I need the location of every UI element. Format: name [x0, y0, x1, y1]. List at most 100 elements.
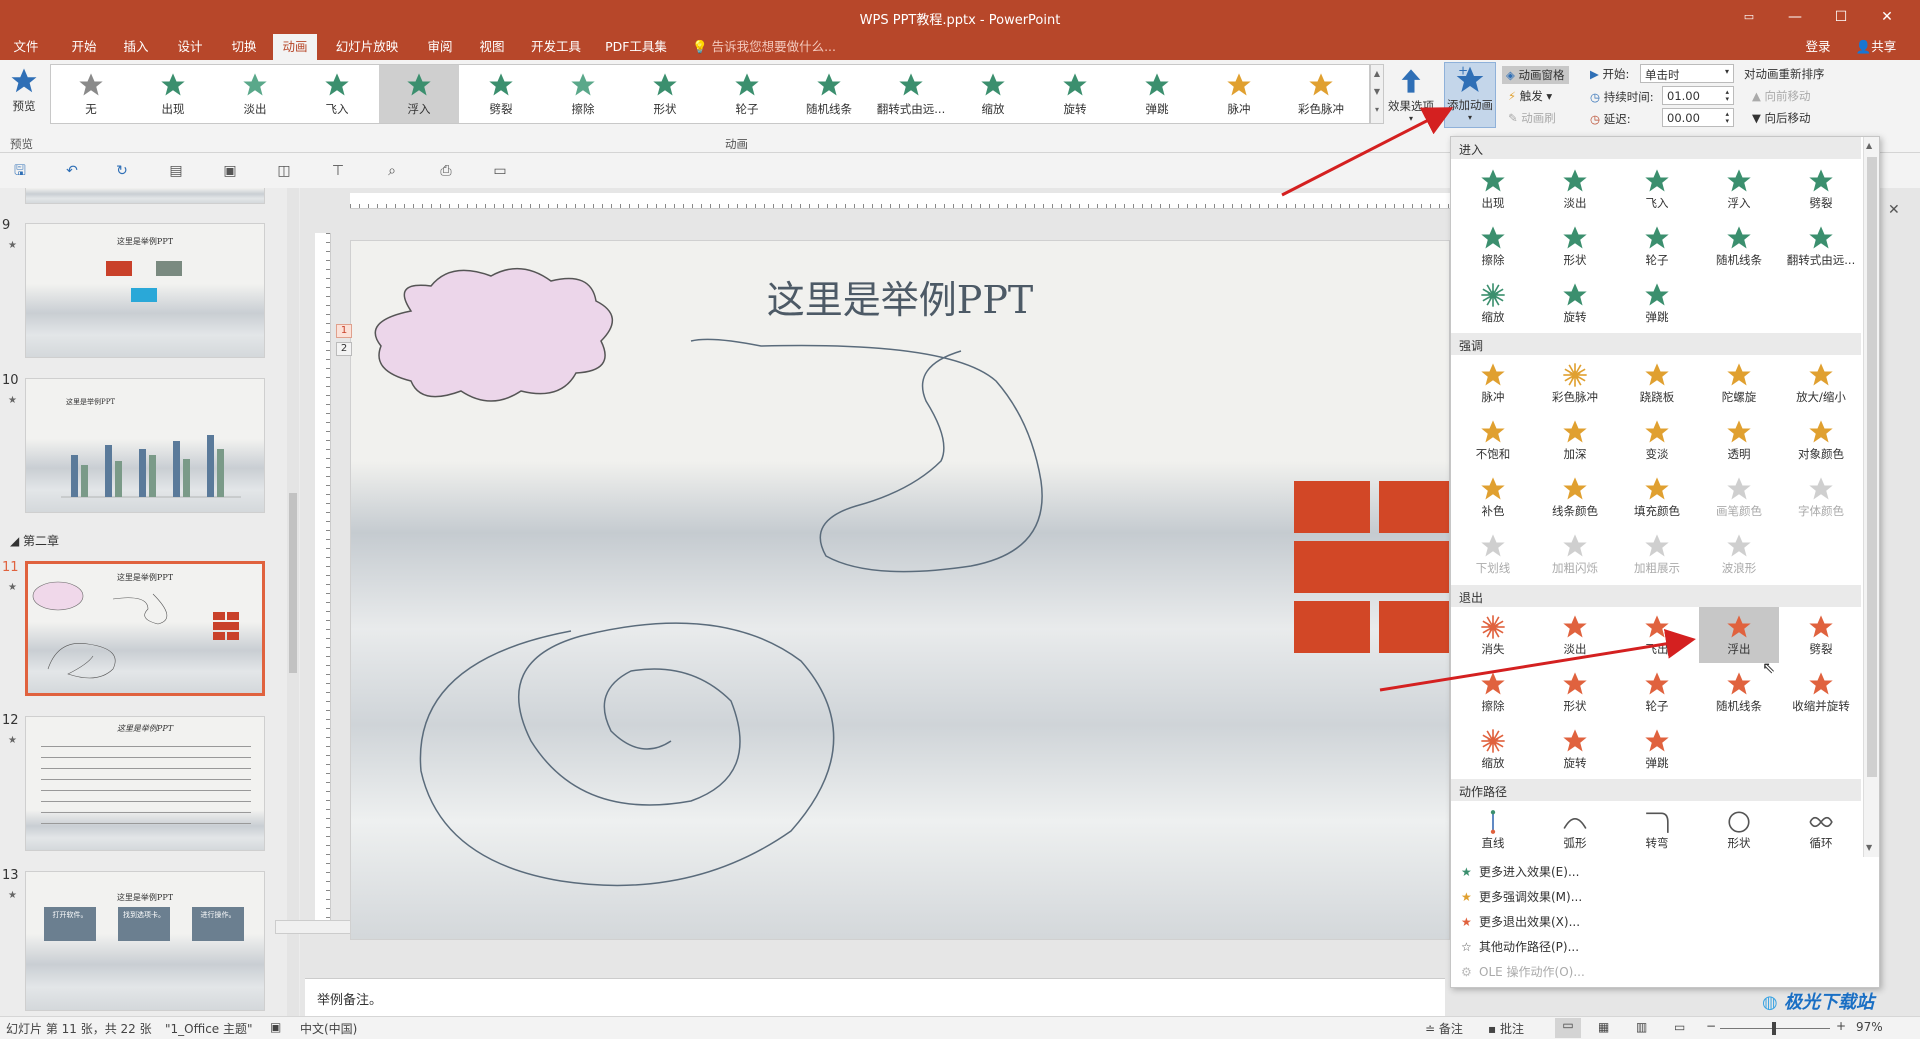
emphasis-effect-9[interactable]: 对象颜色 [1781, 412, 1861, 468]
trigger-button[interactable]: ⚡ 触发 ▾ [1508, 88, 1552, 104]
emphasis-effect-15[interactable]: 下划线 [1453, 526, 1533, 582]
exit-effect-6[interactable]: 形状 [1535, 664, 1615, 720]
gallery-item-4[interactable]: 浮入 [379, 65, 459, 123]
paths-effect-4[interactable]: 循环 [1781, 801, 1861, 857]
reading-view-icon[interactable]: ▥ [1636, 1020, 1647, 1034]
emphasis-effect-5[interactable]: 不饱和 [1453, 412, 1533, 468]
close-button[interactable]: ✕ [1864, 0, 1910, 34]
emphasis-effect-11[interactable]: 线条颜色 [1535, 469, 1615, 525]
emphasis-effect-6[interactable]: 加深 [1535, 412, 1615, 468]
shapes-icon[interactable]: ◫ [274, 161, 294, 181]
emphasis-effect-0[interactable]: 脉冲 [1453, 355, 1533, 411]
emphasis-effect-8[interactable]: 透明 [1699, 412, 1779, 468]
more-effects-item-1[interactable]: ★ 更多强调效果(M)... [1461, 888, 1582, 912]
paths-effect-3[interactable]: 形状 [1699, 801, 1779, 857]
emphasis-effect-1[interactable]: 彩色脉冲 [1535, 355, 1615, 411]
gallery-item-2[interactable]: 淡出 [215, 65, 295, 123]
more-effects-item-3[interactable]: ☆ 其他动作路径(P)... [1461, 938, 1579, 962]
thumb-scrollbar[interactable] [287, 188, 299, 1016]
tab-transitions[interactable]: 切换 [222, 34, 266, 60]
gallery-item-15[interactable]: 彩色脉冲 [1281, 65, 1361, 123]
share-button[interactable]: 👤共享 [1846, 34, 1906, 60]
entrance-effect-1[interactable]: 淡出 [1535, 161, 1615, 217]
slide-thumbnail-9[interactable]: 这里是举例PPT [25, 223, 265, 358]
layout-icon[interactable]: ▣ [220, 161, 240, 181]
emphasis-effect-14[interactable]: 字体颜色 [1781, 469, 1861, 525]
emphasis-effect-7[interactable]: 变淡 [1617, 412, 1697, 468]
add-animation-button[interactable]: + 添加动画 ▾ [1444, 62, 1496, 128]
exit-effect-10[interactable]: 缩放 [1453, 721, 1533, 777]
gallery-item-14[interactable]: 脉冲 [1199, 65, 1279, 123]
gallery-item-13[interactable]: 弹跳 [1117, 65, 1197, 123]
entrance-effect-7[interactable]: 轮子 [1617, 218, 1697, 274]
present-icon[interactable]: ▭ [490, 161, 510, 181]
entrance-effect-3[interactable]: 浮入 [1699, 161, 1779, 217]
exit-effect-5[interactable]: 擦除 [1453, 664, 1533, 720]
tab-insert[interactable]: 插入 [114, 34, 158, 60]
pane-close-icon[interactable]: ✕ [1888, 202, 1900, 218]
zoom-level[interactable]: 97% [1856, 1020, 1883, 1034]
slide-thumbnail-11[interactable]: 这里是举例PPT [25, 561, 265, 696]
login-button[interactable]: 登录 [1798, 34, 1838, 60]
exit-effect-1[interactable]: 淡出 [1535, 607, 1615, 663]
emphasis-effect-2[interactable]: 跷跷板 [1617, 355, 1697, 411]
gallery-item-0[interactable]: 无 [51, 65, 131, 123]
tab-file[interactable]: 文件 [6, 34, 46, 60]
minimize-button[interactable]: — [1772, 0, 1818, 34]
redo-icon[interactable]: ↻ [112, 161, 132, 181]
effect-options-button[interactable]: 效果选项 ▾ [1385, 64, 1437, 123]
tab-view[interactable]: 视图 [470, 34, 514, 60]
slideshow-view-icon[interactable]: ▭ [1674, 1020, 1685, 1034]
find-icon[interactable]: ⌕ [382, 161, 402, 181]
gallery-item-10[interactable]: 翻转式由远... [871, 65, 951, 123]
move-later-button[interactable]: ▼ 向后移动 [1752, 110, 1811, 126]
slide-thumbnail-12[interactable]: 这里是举例PPT [25, 716, 265, 851]
ppt-icon-shape-wide[interactable] [1294, 541, 1449, 593]
tab-design[interactable]: 设计 [168, 34, 212, 60]
ppt-icon-shape[interactable] [1379, 601, 1449, 653]
ppt-icon-shape[interactable] [1294, 481, 1370, 533]
preview-button[interactable]: 预览 [4, 64, 44, 114]
entrance-effect-11[interactable]: 旋转 [1535, 275, 1615, 331]
animation-painter-button[interactable]: ✎ 动画刷 [1508, 110, 1556, 126]
tab-slideshow[interactable]: 幻灯片放映 [330, 34, 404, 60]
slide-thumbnail-13[interactable]: 这里是举例PPT 打开软件。 找到选项卡。 进行操作。 [25, 871, 265, 1011]
comments-button[interactable]: ▪ 批注 [1488, 1020, 1524, 1037]
animation-pane-button[interactable]: ◈ 动画窗格 [1502, 66, 1569, 84]
print-icon[interactable]: ⎙ [436, 161, 456, 181]
exit-effect-2[interactable]: 飞出 [1617, 607, 1697, 663]
gallery-item-8[interactable]: 轮子 [707, 65, 787, 123]
emphasis-effect-18[interactable]: 波浪形 [1699, 526, 1779, 582]
slide-8-partial[interactable] [25, 188, 265, 204]
maximize-button[interactable]: ☐ [1818, 0, 1864, 34]
gallery-item-5[interactable]: 劈裂 [461, 65, 541, 123]
zoom-in-icon[interactable]: + [1836, 1019, 1846, 1033]
entrance-effect-6[interactable]: 形状 [1535, 218, 1615, 274]
gallery-item-6[interactable]: 擦除 [543, 65, 623, 123]
spiral-line[interactable] [419, 622, 835, 887]
exit-effect-12[interactable]: 弹跳 [1617, 721, 1697, 777]
freeform-line[interactable] [690, 338, 1043, 573]
emphasis-effect-10[interactable]: 补色 [1453, 469, 1533, 525]
entrance-effect-5[interactable]: 擦除 [1453, 218, 1533, 274]
cloud-shape[interactable] [374, 267, 613, 402]
emphasis-effect-12[interactable]: 填充颜色 [1617, 469, 1697, 525]
notes-pane[interactable]: 举例备注。 [305, 978, 1445, 1016]
tab-pdf-tools[interactable]: PDF工具集 [600, 34, 672, 60]
more-effects-item-4[interactable]: ⚙ OLE 操作动作(O)... [1461, 963, 1585, 987]
normal-view-icon[interactable]: ▭ [1555, 1018, 1581, 1038]
gallery-item-1[interactable]: 出现 [133, 65, 213, 123]
entrance-effect-0[interactable]: 出现 [1453, 161, 1533, 217]
save-icon[interactable]: 🖫 [10, 161, 30, 181]
exit-effect-4[interactable]: 劈裂 [1781, 607, 1861, 663]
exit-effect-11[interactable]: 旋转 [1535, 721, 1615, 777]
more-effects-item-0[interactable]: ★ 更多进入效果(E)... [1461, 863, 1579, 887]
entrance-effect-8[interactable]: 随机线条 [1699, 218, 1779, 274]
new-slide-icon[interactable]: ▤ [166, 161, 186, 181]
emphasis-effect-17[interactable]: 加粗展示 [1617, 526, 1697, 582]
gallery-item-7[interactable]: 形状 [625, 65, 705, 123]
exit-effect-0[interactable]: 消失 [1453, 607, 1533, 663]
entrance-effect-9[interactable]: 翻转式由远... [1781, 218, 1861, 274]
more-effects-item-2[interactable]: ★ 更多退出效果(X)... [1461, 913, 1580, 937]
tab-home[interactable]: 开始 [62, 34, 106, 60]
